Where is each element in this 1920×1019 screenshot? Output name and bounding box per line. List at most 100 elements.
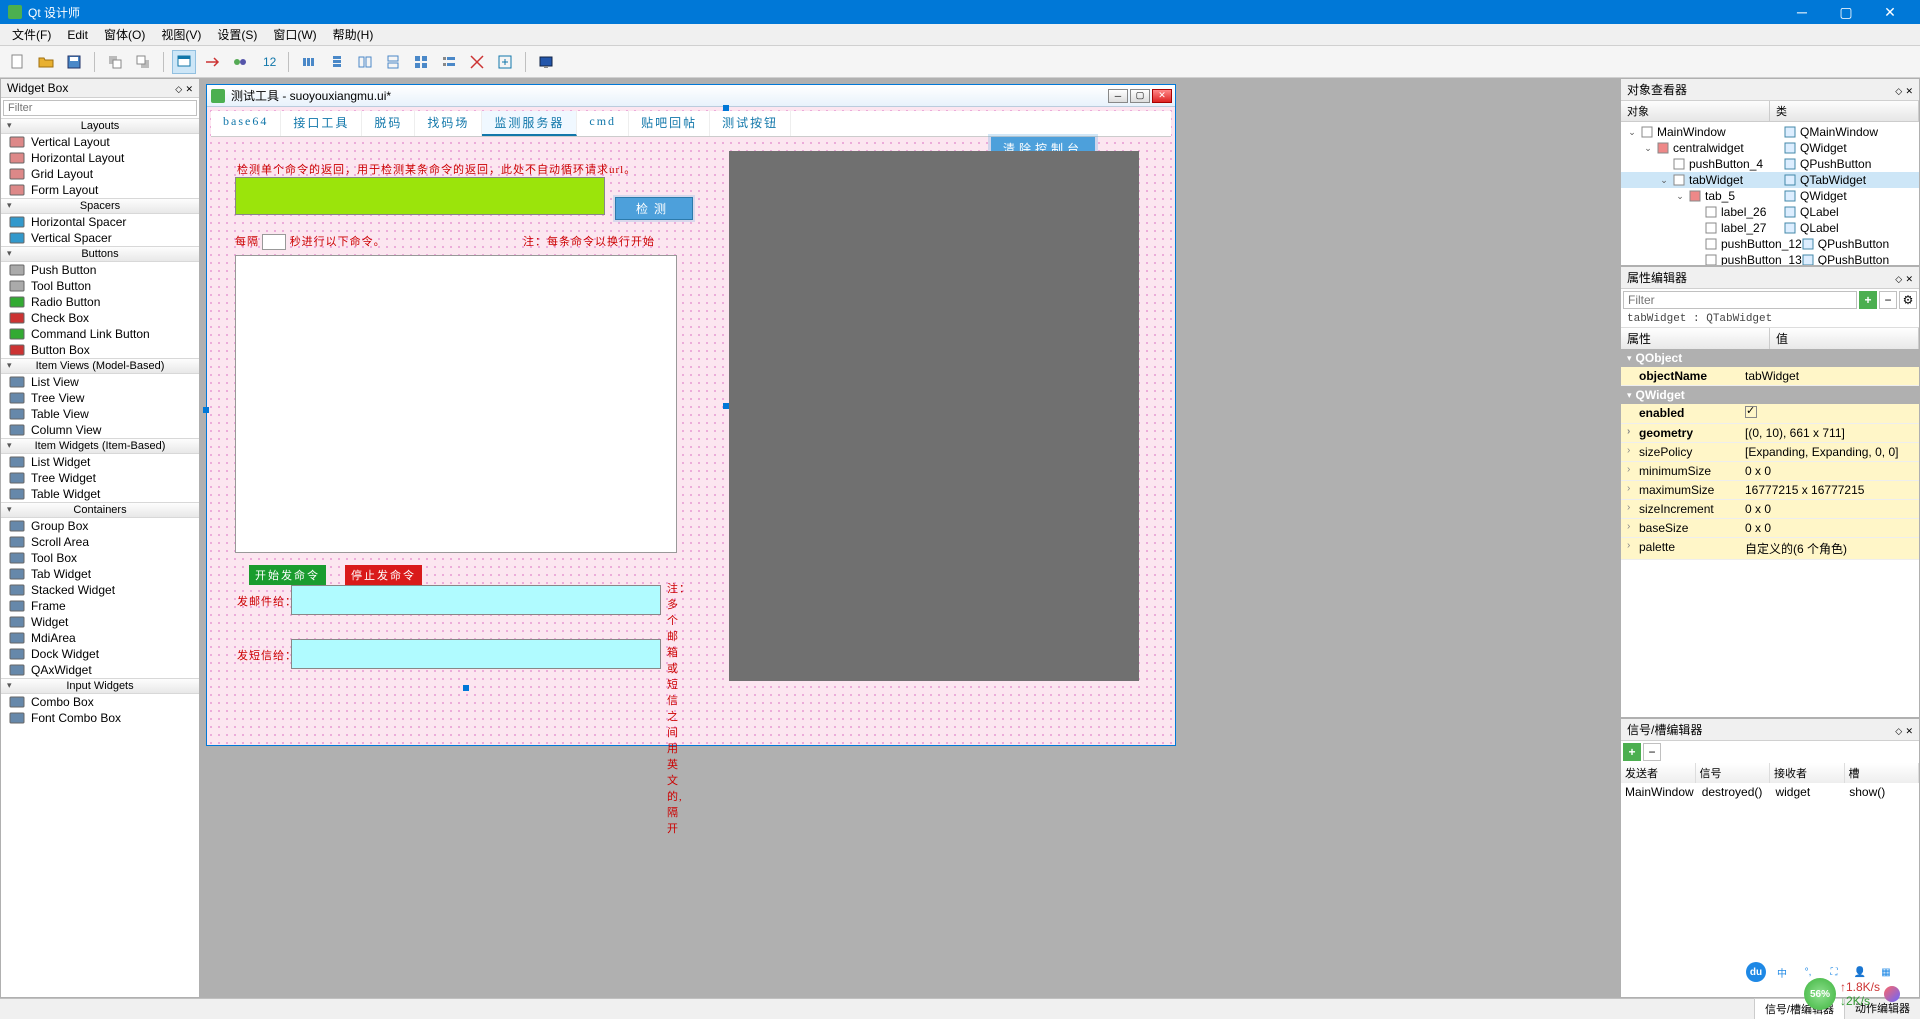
form-tab[interactable]: cmd [577, 111, 629, 136]
form-tab[interactable]: base64 [211, 111, 281, 136]
remove-property-button[interactable]: − [1879, 291, 1897, 309]
widget-item[interactable]: List Widget [1, 454, 199, 470]
close-panel-icon[interactable]: ✕ [185, 84, 193, 94]
menu-item[interactable]: 文件(F) [4, 24, 59, 45]
widget-item[interactable]: Tree Widget [1, 470, 199, 486]
widget-item[interactable]: Form Layout [1, 182, 199, 198]
property-row[interactable]: maximumSize16777215 x 16777215 [1621, 481, 1919, 500]
form-maximize-button[interactable]: ▢ [1130, 89, 1150, 103]
float-icon[interactable]: ◇ [1895, 86, 1902, 96]
property-section[interactable]: ▾ QObject [1621, 349, 1919, 367]
stop-button[interactable]: 停止发命令 [345, 565, 422, 585]
widget-group-header[interactable]: Item Widgets (Item-Based) [1, 438, 199, 454]
form-tab[interactable]: 监测服务器 [482, 111, 577, 136]
tree-row[interactable]: pushButton_12QPushButton [1621, 236, 1919, 252]
widget-filter-input[interactable] [3, 100, 197, 116]
widget-item[interactable]: Horizontal Layout [1, 150, 199, 166]
url-input[interactable] [235, 177, 605, 215]
detect-button[interactable]: 检测 [615, 197, 693, 220]
widget-item[interactable]: Grid Layout [1, 166, 199, 182]
menu-item[interactable]: Edit [59, 26, 96, 44]
float-icon[interactable]: ◇ [1895, 274, 1902, 284]
widget-group-header[interactable]: Buttons [1, 246, 199, 262]
edit-widgets-button[interactable] [172, 50, 196, 74]
layout-form-button[interactable] [437, 50, 461, 74]
widget-group-header[interactable]: Containers [1, 502, 199, 518]
layout-split-v-button[interactable] [381, 50, 405, 74]
close-panel-icon[interactable]: ✕ [1905, 274, 1913, 284]
close-panel-icon[interactable]: ✕ [1905, 86, 1913, 96]
email-input[interactable] [291, 585, 661, 615]
send-back-button[interactable] [103, 50, 127, 74]
widget-item[interactable]: Horizontal Spacer [1, 214, 199, 230]
new-button[interactable] [6, 50, 30, 74]
sms-input[interactable] [291, 639, 661, 669]
widget-item[interactable]: Group Box [1, 518, 199, 534]
form-titlebar[interactable]: 测试工具 - suoyouxiangmu.ui* ─ ▢ ✕ [207, 85, 1175, 107]
design-canvas[interactable]: 测试工具 - suoyouxiangmu.ui* ─ ▢ ✕ base64接口工… [200, 78, 1620, 998]
widget-item[interactable]: Tool Box [1, 550, 199, 566]
property-filter-input[interactable] [1623, 291, 1857, 309]
tree-row[interactable]: label_26QLabel [1621, 204, 1919, 220]
widget-item[interactable]: Table Widget [1, 486, 199, 502]
edit-signals-button[interactable] [200, 50, 224, 74]
widget-item[interactable]: Tab Widget [1, 566, 199, 582]
widget-item[interactable]: Table View [1, 406, 199, 422]
edit-taborder-button[interactable]: 12 [256, 50, 280, 74]
property-row[interactable]: enabled [1621, 404, 1919, 424]
minimize-button[interactable]: ─ [1780, 0, 1824, 24]
widget-item[interactable]: Stacked Widget [1, 582, 199, 598]
save-button[interactable] [62, 50, 86, 74]
settings-icon[interactable]: ⚙ [1899, 291, 1917, 309]
tree-row[interactable]: ⌄tab_5QWidget [1621, 188, 1919, 204]
tree-row[interactable]: ⌄centralwidgetQWidget [1621, 140, 1919, 156]
bring-front-button[interactable] [131, 50, 155, 74]
property-row[interactable]: sizePolicy[Expanding, Expanding, 0, 0] [1621, 443, 1919, 462]
widget-item[interactable]: Frame [1, 598, 199, 614]
widget-item[interactable]: Column View [1, 422, 199, 438]
property-grid[interactable]: ▾ QObjectobjectNametabWidget▾ QWidgetena… [1621, 349, 1919, 717]
tree-row[interactable]: pushButton_13QPushButton [1621, 252, 1919, 265]
form-tab[interactable]: 测试按钮 [710, 111, 791, 136]
tree-row[interactable]: pushButton_4QPushButton [1621, 156, 1919, 172]
property-row[interactable]: geometry[(0, 10), 661 x 711] [1621, 424, 1919, 443]
widget-item[interactable]: List View [1, 374, 199, 390]
widget-item[interactable]: Command Link Button [1, 326, 199, 342]
property-section[interactable]: ▾ QWidget [1621, 386, 1919, 404]
widget-item[interactable]: Check Box [1, 310, 199, 326]
property-row[interactable]: sizeIncrement0 x 0 [1621, 500, 1919, 519]
accel-icon[interactable] [1884, 986, 1900, 1002]
object-header[interactable]: 对象 类 [1621, 101, 1919, 122]
layout-grid-button[interactable] [409, 50, 433, 74]
widget-item[interactable]: MdiArea [1, 630, 199, 646]
close-panel-icon[interactable]: ✕ [1905, 726, 1913, 736]
close-button[interactable]: ✕ [1868, 0, 1912, 24]
speed-percent[interactable]: 56% [1804, 978, 1836, 1010]
widget-item[interactable]: QAxWidget [1, 662, 199, 678]
interval-input[interactable] [262, 234, 286, 250]
menu-item[interactable]: 窗体(O) [96, 24, 153, 45]
widget-group-header[interactable]: Spacers [1, 198, 199, 214]
remove-connection-button[interactable]: − [1643, 743, 1661, 761]
float-icon[interactable]: ◇ [1895, 726, 1902, 736]
baidu-ime-icon[interactable]: du [1746, 962, 1766, 982]
property-row[interactable]: baseSize0 x 0 [1621, 519, 1919, 538]
form-tab[interactable]: 接口工具 [281, 111, 362, 136]
break-layout-button[interactable] [465, 50, 489, 74]
widget-item[interactable]: Combo Box [1, 694, 199, 710]
widget-item[interactable]: Scroll Area [1, 534, 199, 550]
tree-row[interactable]: ⌄MainWindowQMainWindow [1621, 124, 1919, 140]
object-tree[interactable]: ⌄MainWindowQMainWindow⌄centralwidgetQWid… [1621, 122, 1919, 265]
layout-h-button[interactable] [297, 50, 321, 74]
property-row[interactable]: minimumSize0 x 0 [1621, 462, 1919, 481]
network-monitor[interactable]: 56% ↑1.8K/s ↓2K/s [1804, 978, 1900, 1010]
widget-item[interactable]: Dock Widget [1, 646, 199, 662]
widget-item[interactable]: Radio Button [1, 294, 199, 310]
form-minimize-button[interactable]: ─ [1108, 89, 1128, 103]
tree-row[interactable]: label_27QLabel [1621, 220, 1919, 236]
open-button[interactable] [34, 50, 58, 74]
form-close-button[interactable]: ✕ [1152, 89, 1172, 103]
commands-textarea[interactable] [235, 255, 677, 553]
edit-buddies-button[interactable] [228, 50, 252, 74]
widget-item[interactable]: Vertical Layout [1, 134, 199, 150]
